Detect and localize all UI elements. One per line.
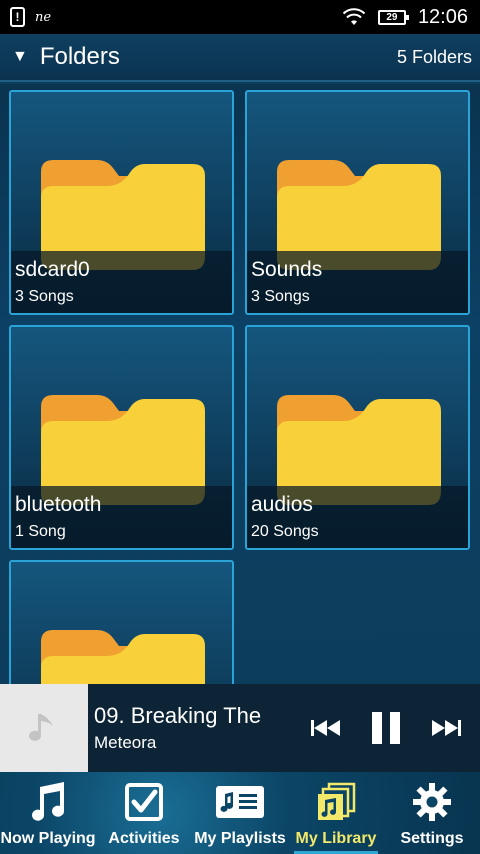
- next-track-icon[interactable]: [430, 718, 462, 738]
- notification-icon: !: [10, 7, 25, 27]
- folder-tile-audios[interactable]: audios 20 Songs: [245, 325, 470, 550]
- folder-tile-bluetooth[interactable]: bluetooth 1 Song: [9, 325, 234, 550]
- folder-name: audios: [251, 493, 313, 516]
- nav-label: Now Playing: [0, 830, 96, 847]
- folder-name: Sounds: [251, 258, 323, 281]
- battery-icon: 29: [377, 9, 409, 25]
- folder-count: 5 Folders: [396, 46, 472, 67]
- song-count: 3 Songs: [15, 288, 74, 305]
- folder-icon: [41, 630, 205, 684]
- carrier-label: ne: [35, 9, 52, 25]
- folder-name: sdcard0: [15, 258, 90, 281]
- status-bar: ! ne 29 12:06: [0, 0, 480, 34]
- pause-icon[interactable]: [370, 711, 402, 745]
- folder-tile-sdcard0[interactable]: sdcard0 3 Songs: [9, 90, 234, 315]
- nav-settings[interactable]: Settings: [384, 772, 480, 854]
- gear-icon: [412, 780, 452, 824]
- tile-caption: audios 20 Songs: [247, 486, 468, 548]
- tile-caption: sdcard0 3 Songs: [11, 251, 232, 313]
- clock: 12:06: [417, 5, 468, 28]
- page-title: Folders: [39, 43, 120, 70]
- music-note-icon: [29, 714, 53, 741]
- song-count: 20 Songs: [251, 523, 319, 540]
- track-title: 09. Breaking The: [94, 703, 262, 728]
- folder-tile-sounds[interactable]: Sounds 3 Songs: [245, 90, 470, 315]
- nav-label: Settings: [400, 830, 464, 847]
- library-icon: [316, 780, 356, 824]
- nav-my-library[interactable]: My Library: [288, 772, 384, 854]
- wifi-icon: [342, 8, 366, 25]
- nav-now-playing[interactable]: Now Playing: [0, 772, 96, 854]
- checkbox-icon: [124, 780, 164, 824]
- nav-my-playlists[interactable]: My Playlists: [192, 772, 288, 854]
- folder-name: bluetooth: [15, 493, 102, 516]
- music-note-icon: [28, 780, 68, 824]
- mini-player[interactable]: 09. Breaking The Meteora: [0, 684, 480, 772]
- nav-activities[interactable]: Activities: [96, 772, 192, 854]
- playlist-icon: [215, 780, 265, 824]
- bottom-nav: Now Playing Activities My Playlists My L…: [0, 772, 480, 854]
- folder-grid: sdcard0 3 Songs Sounds 3 Songs bluetooth…: [0, 84, 480, 684]
- folders-header[interactable]: ▼ Folders 5 Folders: [0, 34, 480, 82]
- song-count: 3 Songs: [251, 288, 310, 305]
- folder-tile-5[interactable]: [9, 560, 234, 684]
- song-count: 1 Song: [15, 523, 66, 540]
- tile-caption: Sounds 3 Songs: [247, 251, 468, 313]
- track-artist: Meteora: [94, 733, 157, 752]
- nav-label: Activities: [108, 830, 180, 847]
- tile-caption: bluetooth 1 Song: [11, 486, 232, 548]
- album-art[interactable]: [0, 684, 88, 772]
- nav-label: My Library: [295, 830, 377, 847]
- collapse-arrow-icon[interactable]: ▼: [12, 48, 28, 66]
- previous-track-icon[interactable]: [310, 718, 342, 738]
- nav-label: My Playlists: [194, 830, 286, 847]
